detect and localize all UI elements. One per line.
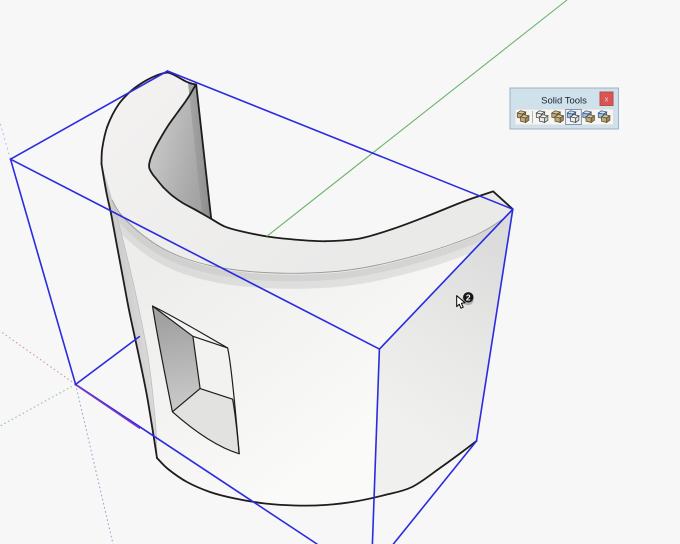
svg-text:Solid Tools: Solid Tools (541, 96, 587, 107)
svg-text:2: 2 (466, 292, 471, 302)
svg-text:x: x (605, 97, 609, 104)
